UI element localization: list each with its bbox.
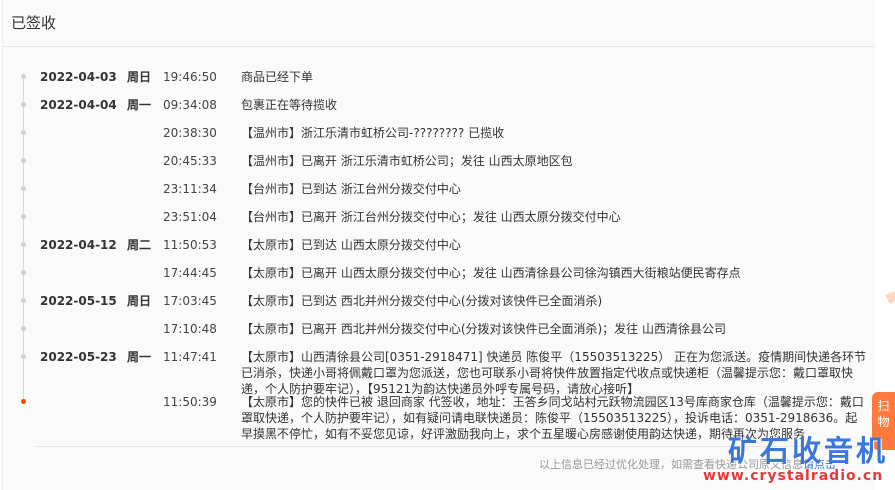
row-weekday: 周一 xyxy=(127,98,152,112)
row-info: 【台州市】已离开 浙江台州分拨交付中心；发往 山西太原分拨交付中心 xyxy=(241,210,621,224)
row-time: 19:46:50 xyxy=(163,70,217,84)
timeline-row: 17:44:45 【太原市】已离开 山西太原分拨交付中心；发往 山西清徐县公司徐… xyxy=(3,265,876,285)
row-weekday: 周二 xyxy=(127,238,152,252)
row-date: 2022-04-12 xyxy=(40,238,117,252)
watermark-logo: 矿石收音机 xyxy=(728,434,889,468)
row-info: 商品已经下单 xyxy=(241,70,314,84)
row-date: 2022-05-15 xyxy=(40,294,117,308)
status-title: 已签收 xyxy=(11,14,57,32)
timeline-row: 23:11:34 【台州市】已到达 浙江台州分拨交付中心 xyxy=(3,181,876,201)
timeline-dot xyxy=(21,102,26,107)
timeline-dot xyxy=(21,298,26,303)
row-date: 2022-04-04 xyxy=(40,98,117,112)
timeline-row: 2022-04-03 周日 19:46:50 商品已经下单 xyxy=(3,69,876,89)
timeline-dot xyxy=(21,74,26,79)
row-weekday: 周日 xyxy=(127,294,152,308)
timeline-dot xyxy=(21,130,26,135)
timeline-row: 2022-05-15 周日 17:03:45 【太原市】已到达 西北并州分拨交付… xyxy=(3,293,876,313)
timeline-row: 2022-04-12 周二 11:50:53 【太原市】已到达 山西太原分拨交付… xyxy=(3,237,876,257)
row-time: 09:34:08 xyxy=(163,98,217,112)
row-info: 【温州市】浙江乐清市虹桥公司-???????? 已揽收 xyxy=(241,126,505,140)
row-info: 【太原市】已到达 山西太原分拨交付中心 xyxy=(241,238,461,252)
timeline-dot xyxy=(21,270,26,275)
row-time: 17:03:45 xyxy=(163,294,217,308)
timeline-dot-active xyxy=(21,399,26,404)
watermark-url: www.crystalradio.cn xyxy=(703,468,884,484)
row-time: 23:51:04 xyxy=(163,210,217,224)
row-info: 【台州市】已到达 浙江台州分拨交付中心 xyxy=(241,182,461,196)
row-info: 【太原市】山西清徐县公司[0351-2918471] 快递员 陈俊平（15503… xyxy=(241,350,867,396)
row-time: 17:44:45 xyxy=(163,266,217,280)
row-time: 17:10:48 xyxy=(163,322,217,336)
row-info: 【太原市】已离开 西北并州分拨交付中心(分拨对该快件已全面消杀)；发往 山西清徐… xyxy=(241,322,726,336)
tracking-panel: 已签收 2022-04-03 周日 19:46:50 商品已经下单 2022-0… xyxy=(2,0,876,490)
row-info: 【温州市】已离开 浙江乐清市虹桥公司；发往 山西太原地区包 xyxy=(241,154,573,168)
timeline-dot xyxy=(21,186,26,191)
timeline-dot xyxy=(21,214,26,219)
timeline-row: 23:51:04 【台州市】已离开 浙江台州分拨交付中心；发往 山西太原分拨交付… xyxy=(3,209,876,229)
row-weekday: 周一 xyxy=(127,350,152,364)
row-time: 20:38:30 xyxy=(163,126,217,140)
row-date: 2022-05-23 xyxy=(40,350,117,364)
row-info: 包裹正在等待揽收 xyxy=(241,98,338,112)
timeline-dot xyxy=(21,326,26,331)
row-time: 11:50:39 xyxy=(163,395,217,409)
timeline-dot xyxy=(21,242,26,247)
row-time: 11:50:53 xyxy=(163,238,217,252)
row-time: 23:11:34 xyxy=(163,182,217,196)
row-info: 【太原市】已离开 山西太原分拨交付中心；发往 山西清徐县公司徐沟镇西大街粮站便民… xyxy=(241,266,741,280)
timeline-row: 20:45:33 【温州市】已离开 浙江乐清市虹桥公司；发往 山西太原地区包 xyxy=(3,153,876,173)
timeline-row: 2022-04-04 周一 09:34:08 包裹正在等待揽收 xyxy=(3,97,876,117)
row-time: 20:45:33 xyxy=(163,154,217,168)
row-weekday: 周日 xyxy=(127,70,152,84)
row-info: 【太原市】已到达 西北并州分拨交付中心(分拨对该快件已全面消杀) xyxy=(241,294,603,308)
status-header: 已签收 xyxy=(3,0,876,47)
timeline-dot xyxy=(21,354,26,359)
row-time: 11:47:41 xyxy=(163,350,217,364)
timeline-row: 20:38:30 【温州市】浙江乐清市虹桥公司-???????? 已揽收 xyxy=(3,125,876,145)
timeline-dot xyxy=(21,158,26,163)
row-date: 2022-04-03 xyxy=(40,70,117,84)
timeline-row: 2022-05-23 周一 11:47:41 【太原市】山西清徐县公司[0351… xyxy=(3,349,876,396)
timeline-row: 17:10:48 【太原市】已离开 西北并州分拨交付中心(分拨对该快件已全面消杀… xyxy=(3,321,876,341)
